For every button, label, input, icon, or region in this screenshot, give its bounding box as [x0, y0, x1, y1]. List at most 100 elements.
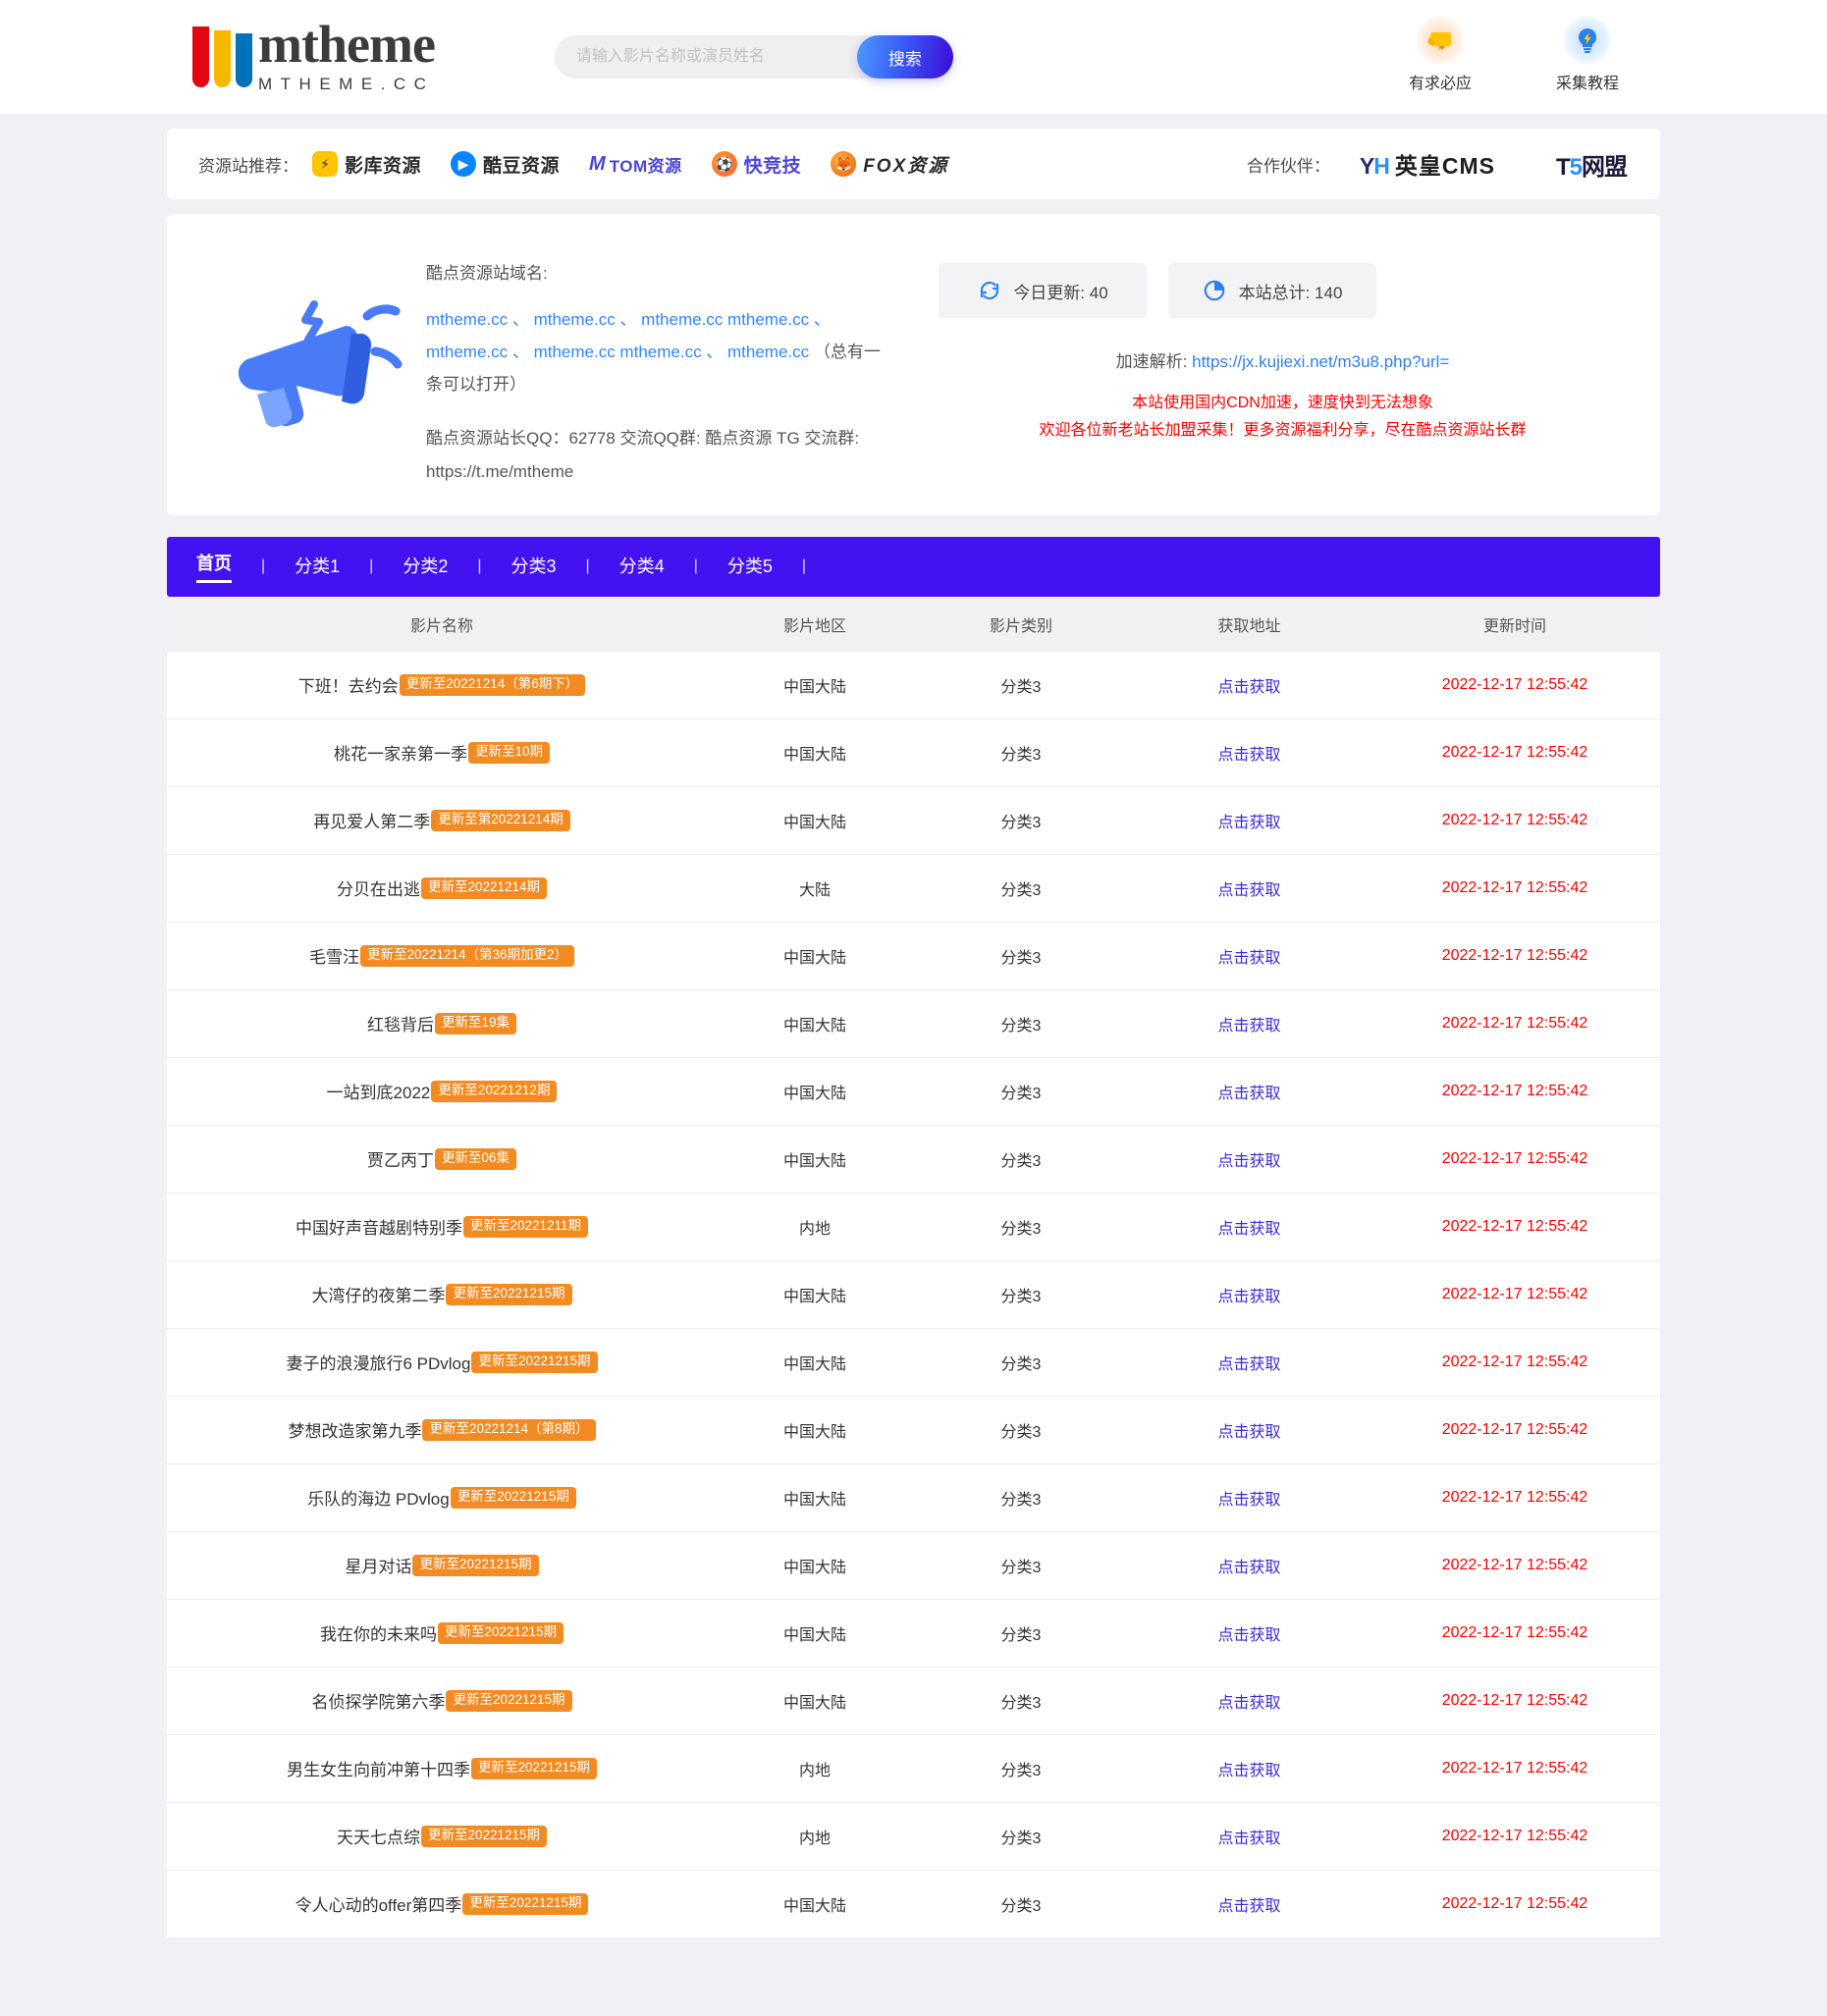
movie-title[interactable]: 再见爱人第二季 [313, 808, 430, 832]
cell-time: 2022-12-17 12:55:42 [1370, 676, 1660, 694]
domain-line-1[interactable]: mtheme.cc 、 mtheme.cc 、 mtheme.cc mtheme… [426, 310, 831, 329]
movie-title[interactable]: 妻子的浪漫旅行6 PDvlog [286, 1350, 470, 1374]
partner-site-tom[interactable]: M TOM资源 [589, 152, 682, 177]
cell-title: 一站到底2022 更新至20221212期 [167, 1079, 717, 1103]
get-link[interactable]: 点击获取 [1217, 1830, 1280, 1847]
site-logo[interactable]: mtheme MTHEME.CC [192, 18, 436, 94]
movie-title[interactable]: 天天七点综 [337, 1824, 420, 1848]
movie-category: 分类3 [1000, 1017, 1042, 1035]
nav-item-category-4[interactable]: 分类4 [619, 553, 665, 581]
movie-title[interactable]: 梦想改造家第九季 [288, 1417, 421, 1442]
movie-title[interactable]: 中国好声音越剧特别季 [296, 1214, 462, 1239]
partner-label: 合作伙伴： [1246, 156, 1330, 176]
partner-site-yinku-label: 影库资源 [345, 155, 422, 177]
movie-title[interactable]: 星月对话 [345, 1553, 411, 1577]
cell-category: 分类3 [913, 1012, 1129, 1035]
update-badge: 更新至20221215期 [437, 1621, 564, 1644]
movie-area: 内地 [798, 1762, 831, 1779]
header-icon-request[interactable]: 有求必应 [1397, 16, 1483, 93]
cell-category: 分类3 [913, 673, 1129, 697]
stat-today-update: 今日更新: 40 [939, 263, 1147, 318]
movie-category: 分类3 [1000, 1152, 1042, 1170]
movie-area: 中国大陆 [782, 1694, 846, 1712]
movie-title[interactable]: 大湾仔的夜第二季 [311, 1282, 445, 1306]
get-link[interactable]: 点击获取 [1217, 1695, 1280, 1712]
cell-area: 中国大陆 [717, 1351, 913, 1374]
movie-title[interactable]: 乐队的海边 PDvlog [307, 1485, 450, 1510]
brand-yinghuang-cms[interactable]: YHYH 英皇CMS英皇CMS [1360, 147, 1495, 181]
nav-item-category-1[interactable]: 分类1 [295, 553, 340, 581]
movie-title[interactable]: 桃花一家亲第一季 [334, 740, 467, 765]
column-header-name: 影片名称 [409, 617, 473, 635]
update-badge: 更新至20221215期 [412, 1554, 539, 1576]
movie-area: 中国大陆 [782, 1355, 846, 1373]
jiexi-url[interactable]: https://jx.kujiexi.net/m3u8.php?url= [1192, 352, 1449, 371]
cell-category: 分类3 [913, 1080, 1129, 1103]
get-link[interactable]: 点击获取 [1217, 679, 1280, 696]
movie-title[interactable]: 令人心动的offer第四季 [296, 1891, 462, 1916]
pie-chart-icon [1203, 279, 1227, 303]
get-link[interactable]: 点击获取 [1217, 1560, 1280, 1576]
nav-item-home[interactable]: 首页 [196, 550, 232, 584]
search-input[interactable] [554, 35, 896, 79]
cell-link: 点击获取 [1129, 1147, 1370, 1171]
table-row: 毛雪汪 更新至20221214（第36期加更2） 中国大陆 分类3 点击获取 2022-1… [167, 922, 1660, 990]
cell-title: 红毯背后 更新至19集 [167, 1011, 717, 1035]
movie-title[interactable]: 一站到底2022 [327, 1079, 431, 1103]
get-link[interactable]: 点击获取 [1217, 1153, 1280, 1170]
nav-item-category-5[interactable]: 分类5 [727, 553, 773, 581]
domain-line-2[interactable]: mtheme.cc 、 mtheme.cc mtheme.cc 、 mtheme… [426, 343, 809, 361]
logo-mark-icon [192, 26, 252, 87]
movie-title[interactable]: 男生女生向前冲第十四季 [287, 1756, 470, 1780]
get-link[interactable]: 点击获取 [1217, 747, 1280, 764]
cell-category: 分类3 [913, 1486, 1129, 1510]
get-link[interactable]: 点击获取 [1217, 1289, 1280, 1305]
movie-title[interactable]: 贾乙丙丁 [367, 1146, 434, 1171]
get-link[interactable]: 点击获取 [1217, 1018, 1280, 1035]
search-button[interactable]: 搜索 [856, 35, 953, 79]
get-link[interactable]: 点击获取 [1217, 1627, 1280, 1644]
page-root: mtheme MTHEME.CC 搜索 有求必应 [0, 0, 1827, 1938]
domain-title: 酷点资源站域名: [426, 264, 548, 283]
cell-time: 2022-12-17 12:55:42 [1370, 1015, 1660, 1033]
partner-site-kudou[interactable]: ▶ 酷豆资源 [451, 151, 560, 178]
movie-area: 中国大陆 [782, 1085, 846, 1102]
get-link[interactable]: 点击获取 [1217, 1086, 1280, 1102]
get-link[interactable]: 点击获取 [1217, 815, 1280, 831]
movie-area: 中国大陆 [782, 1491, 846, 1509]
movie-title[interactable]: 下班！去约会 [298, 672, 399, 697]
movie-title[interactable]: 分贝在出逃 [337, 875, 420, 900]
update-badge: 更新至20221215期 [446, 1689, 572, 1712]
update-time: 2022-12-17 12:55:42 [1441, 1082, 1588, 1099]
partner-site-fox[interactable]: 🦊 FOX资源 [831, 151, 948, 178]
update-time: 2022-12-17 12:55:42 [1441, 878, 1588, 896]
update-badge: 更新至20221214（第6期下） [399, 673, 586, 696]
partner-site-yinku[interactable]: ⚡ 影库资源 [312, 151, 421, 178]
cell-time: 2022-12-17 12:55:42 [1370, 1624, 1660, 1642]
nav-item-category-2[interactable]: 分类2 [403, 553, 448, 581]
get-link[interactable]: 点击获取 [1217, 1492, 1280, 1509]
get-link[interactable]: 点击获取 [1217, 1424, 1280, 1441]
movie-title[interactable]: 我在你的未来吗 [320, 1620, 437, 1645]
movie-category: 分类3 [1000, 1897, 1042, 1915]
cell-title: 毛雪汪 更新至20221214（第36期加更2） [167, 943, 717, 968]
warning-text: 本站使用国内CDN加速，速度快到无法想象 欢迎各位新老站长加盟采集！更多资源福利… [939, 390, 1627, 445]
table-row: 令人心动的offer第四季 更新至20221215期 中国大陆 分类3 点击获取 2022… [167, 1870, 1660, 1938]
get-link[interactable]: 点击获取 [1217, 950, 1280, 967]
brand-t5-wangmeng[interactable]: T5网盟 [1556, 147, 1628, 182]
get-link[interactable]: 点击获取 [1217, 882, 1280, 899]
movie-title[interactable]: 毛雪汪 [309, 943, 359, 968]
table-row: 大湾仔的夜第二季 更新至20221215期 中国大陆 分类3 点击获取 2022-12-1… [167, 1260, 1660, 1329]
get-link[interactable]: 点击获取 [1217, 1763, 1280, 1779]
nav-item-category-3[interactable]: 分类3 [511, 553, 557, 581]
partner-site-kuaijingji[interactable]: ⚽ 快竞技 [711, 151, 802, 178]
movie-category: 分类3 [1000, 1491, 1042, 1509]
movie-title[interactable]: 红毯背后 [367, 1011, 434, 1035]
jiexi-line: 加速解析: https://jx.kujiexi.net/m3u8.php?ur… [939, 347, 1627, 372]
get-link[interactable]: 点击获取 [1217, 1356, 1280, 1373]
movie-title[interactable]: 名侦探学院第六季 [311, 1688, 445, 1713]
header-icon-tutorial[interactable]: 采集教程 [1544, 16, 1631, 93]
cell-time: 2022-12-17 12:55:42 [1370, 1218, 1660, 1236]
get-link[interactable]: 点击获取 [1217, 1898, 1280, 1915]
get-link[interactable]: 点击获取 [1217, 1221, 1280, 1238]
